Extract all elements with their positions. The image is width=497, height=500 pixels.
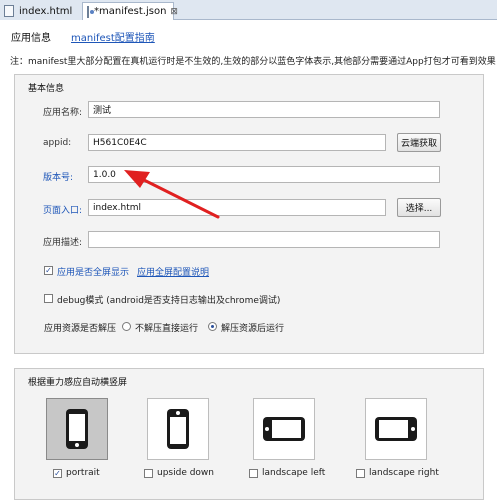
- phone-upside-down-icon: [167, 409, 189, 449]
- description-input[interactable]: [88, 231, 440, 248]
- cloud-fetch-button[interactable]: 云端获取: [397, 133, 441, 152]
- radio-unzip[interactable]: [208, 322, 217, 331]
- fullscreen-label: 应用是否全屏显示: [57, 268, 130, 278]
- fullscreen-help-link[interactable]: 应用全屏配置说明: [137, 265, 209, 278]
- unzip-label: 应用资源是否解压: [44, 324, 117, 334]
- landscape-left-checkbox[interactable]: [249, 469, 258, 478]
- appid-label: appid:: [43, 138, 72, 148]
- entry-input[interactable]: index.html: [88, 199, 386, 216]
- close-icon[interactable]: ⊠: [170, 7, 178, 17]
- radio-no-unzip-label: 不解压直接运行: [135, 324, 199, 334]
- portrait-checkbox[interactable]: ✓: [53, 469, 62, 478]
- tab-app-info[interactable]: 应用信息: [11, 29, 51, 44]
- portrait-option[interactable]: [46, 398, 108, 460]
- radio-unzip-label: 解压资源后运行: [221, 324, 285, 334]
- upside-down-checkbox[interactable]: [144, 469, 153, 478]
- upside-down-option[interactable]: [147, 398, 209, 460]
- landscape-right-checkbox[interactable]: [356, 469, 365, 478]
- notice-text: 注：manifest里大部分配置在真机运行时是不生效的,生效的部分以蓝色字体表示…: [10, 57, 496, 67]
- landscape-left-option[interactable]: [253, 398, 315, 460]
- portrait-label: portrait: [66, 468, 100, 478]
- json-file-icon: [87, 5, 94, 18]
- landscape-right-option[interactable]: [365, 398, 427, 460]
- group-title: 根据重力感应自动横竖屏: [28, 378, 128, 388]
- upside-down-label: upside down: [157, 468, 215, 478]
- description-label: 应用描述:: [43, 238, 83, 248]
- manifest-subtabs: 应用信息 manifest配置指南: [0, 28, 155, 44]
- tab-manifest-guide[interactable]: manifest配置指南: [71, 29, 155, 44]
- phone-landscape-left-icon: [263, 417, 305, 441]
- app-name-label: 应用名称:: [43, 108, 83, 118]
- appid-input[interactable]: H561C0E4C: [88, 134, 386, 151]
- tab-index-html[interactable]: index.html: [0, 2, 82, 20]
- radio-no-unzip[interactable]: [122, 322, 131, 331]
- app-name-input[interactable]: 测试: [88, 101, 440, 118]
- tab-label: *manifest.json: [94, 6, 167, 17]
- version-input[interactable]: 1.0.0: [88, 166, 440, 183]
- editor-tab-bar: index.html *manifest.json ⊠: [0, 0, 497, 20]
- phone-portrait-icon: [66, 409, 88, 449]
- phone-landscape-right-icon: [375, 417, 417, 441]
- tab-manifest-json[interactable]: *manifest.json ⊠: [82, 2, 178, 20]
- debug-label: debug模式 (android是否支持日志输出及chrome调试): [57, 296, 281, 306]
- debug-checkbox[interactable]: [44, 294, 53, 303]
- version-label: 版本号:: [43, 173, 74, 183]
- entry-label: 页面入口:: [43, 206, 83, 216]
- fullscreen-checkbox[interactable]: ✓: [44, 266, 53, 275]
- group-title: 基本信息: [28, 84, 65, 94]
- choose-button[interactable]: 选择...: [397, 198, 441, 217]
- landscape-right-label: landscape right: [369, 468, 439, 478]
- tab-label: index.html: [19, 5, 73, 17]
- landscape-left-label: landscape left: [262, 468, 326, 478]
- html-file-icon: [4, 5, 14, 17]
